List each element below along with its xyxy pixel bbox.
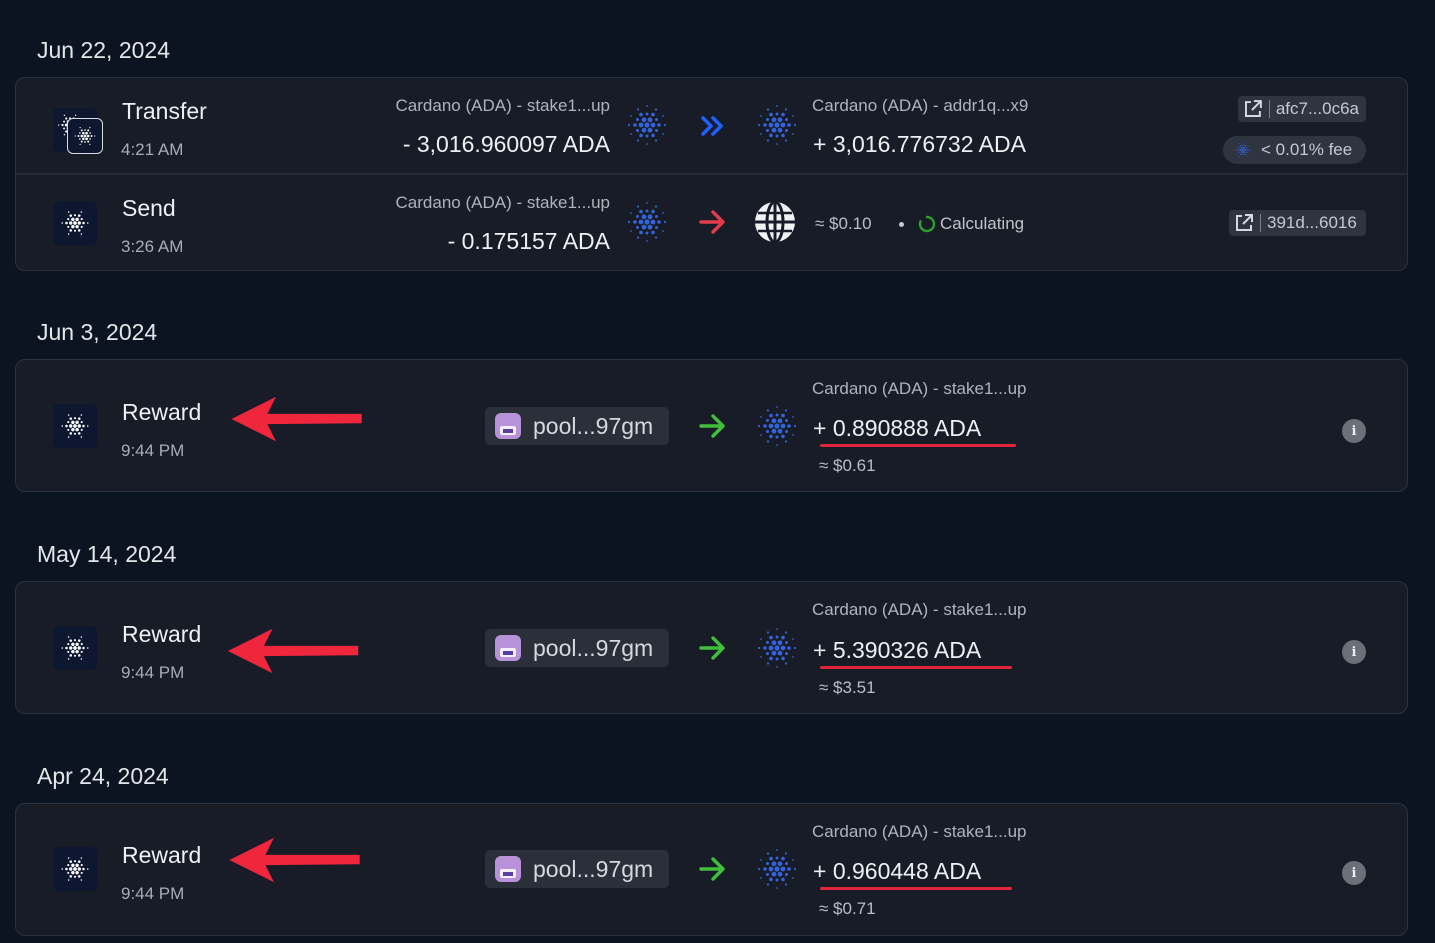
to-amount: + 0.890888 ADA	[813, 415, 982, 441]
pool-name: pool...97gm	[533, 855, 654, 882]
tx-hash: 391d...6016	[1267, 213, 1357, 232]
from-amount: - 3,016.960097 ADA	[402, 131, 610, 157]
fee-text: < 0.01% fee	[1261, 140, 1353, 159]
globe-icon	[755, 200, 795, 244]
info-icon[interactable]: i	[1342, 640, 1366, 664]
transaction-time: 9:44 PM	[121, 884, 185, 903]
transaction-row-reward[interactable]: Reward 9:44 PM pool...97gm Cardano (ADA)…	[15, 581, 1408, 714]
info-icon[interactable]: i	[1342, 861, 1366, 885]
pool-avatar-icon	[495, 413, 521, 439]
to-amount: + 5.390326 ADA	[813, 637, 982, 663]
cardano-icon	[53, 847, 97, 891]
annotation-arrow	[218, 627, 375, 675]
annotation-arrow	[224, 395, 376, 443]
cardano-icon	[623, 101, 671, 149]
from-account-label: Cardano (ADA) - stake1...up	[395, 96, 610, 115]
transaction-time: 3:26 AM	[121, 237, 184, 256]
usd-value: ≈ $0.10	[815, 214, 872, 233]
status-indicator: Calculating	[918, 214, 1024, 234]
transaction-type: Reward	[122, 842, 202, 868]
tx-hash-link[interactable]: 391d...6016	[1229, 210, 1366, 236]
from-account-label: Cardano (ADA) - stake1...up	[395, 193, 610, 212]
arrow-right-icon	[698, 633, 728, 663]
transaction-time: 9:44 PM	[121, 663, 185, 682]
fee-badge: < 0.01% fee	[1223, 136, 1366, 164]
to-amount: + 0.960448 ADA	[813, 858, 982, 884]
to-account-label: Cardano (ADA) - stake1...up	[812, 600, 1027, 619]
external-link-icon	[1234, 213, 1254, 233]
usd-value: ≈ $3.51	[819, 678, 876, 697]
cardano-icon	[753, 402, 801, 450]
usd-value: ≈ $0.71	[819, 899, 876, 918]
annotation-underline	[820, 444, 1016, 447]
transaction-group-card: Transfer 4:21 AM Cardano (ADA) - stake1.…	[15, 77, 1408, 271]
pool-badge[interactable]: pool...97gm	[485, 407, 669, 445]
annotation-underline	[820, 887, 1012, 890]
transaction-type: Reward	[122, 621, 202, 647]
date-heading: Jun 22, 2024	[37, 37, 171, 63]
transaction-row-transfer[interactable]: Transfer 4:21 AM Cardano (ADA) - stake1.…	[16, 78, 1407, 174]
to-account-label: Cardano (ADA) - stake1...up	[812, 822, 1027, 841]
transaction-type: Transfer	[122, 98, 207, 124]
to-account-label[interactable]: Cardano (ADA) - addr1q...x9	[812, 96, 1028, 116]
date-heading: Apr 24, 2024	[37, 763, 169, 789]
tx-hash: afc7...0c6a	[1275, 99, 1359, 118]
from-amount: - 0.175157 ADA	[447, 228, 610, 254]
cardano-icon	[53, 404, 97, 448]
cardano-icon	[53, 626, 97, 670]
arrow-right-icon	[698, 854, 728, 884]
transaction-time: 9:44 PM	[121, 441, 185, 460]
arrow-right-icon	[698, 411, 728, 441]
cardano-icon	[1233, 140, 1253, 160]
pool-name: pool...97gm	[533, 634, 654, 661]
date-heading: Jun 3, 2024	[37, 319, 158, 345]
info-icon[interactable]: i	[1342, 419, 1366, 443]
pool-name: pool...97gm	[533, 412, 654, 439]
tx-hash-link[interactable]: afc7...0c6a	[1238, 96, 1366, 122]
date-heading: May 14, 2024	[37, 541, 177, 567]
cardano-icon	[67, 118, 103, 154]
pool-badge[interactable]: pool...97gm	[485, 850, 669, 888]
pool-badge[interactable]: pool...97gm	[485, 629, 669, 667]
annotation-underline	[820, 666, 1012, 669]
to-account-label: Cardano (ADA) - stake1...up	[812, 379, 1027, 398]
cardano-icon	[753, 624, 801, 672]
cardano-icon	[753, 101, 801, 149]
transaction-type: Reward	[122, 399, 202, 425]
cardano-icon	[53, 201, 97, 245]
transaction-row-send[interactable]: Send 3:26 AM Cardano (ADA) - stake1...up…	[16, 175, 1407, 271]
arrow-right-icon	[698, 207, 728, 237]
cardano-icon	[623, 198, 671, 246]
transaction-type: Send	[122, 195, 176, 221]
annotation-arrow	[222, 836, 374, 884]
status-text: Calculating	[940, 214, 1025, 233]
separator-dot	[899, 222, 904, 227]
transaction-row-reward[interactable]: Reward 9:44 PM pool...97gm Cardano (ADA)…	[15, 359, 1408, 492]
loading-spinner-icon	[918, 215, 936, 233]
to-amount: + 3,016.776732 ADA	[813, 131, 1026, 157]
usd-value: ≈ $0.61	[819, 456, 876, 475]
pool-avatar-icon	[495, 635, 521, 661]
transaction-time: 4:21 AM	[121, 140, 184, 159]
transaction-row-reward[interactable]: Reward 9:44 PM pool...97gm Cardano (ADA)…	[15, 803, 1408, 936]
external-link-icon	[1243, 99, 1263, 119]
pool-avatar-icon	[495, 856, 521, 882]
double-chevron-right-icon	[698, 111, 728, 141]
cardano-icon	[753, 845, 801, 893]
